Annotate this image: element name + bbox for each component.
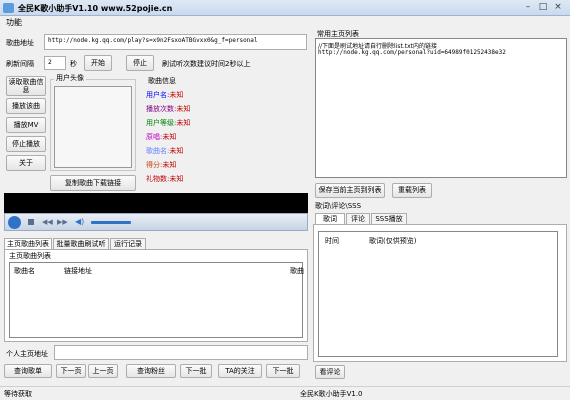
song-info-list: 用户名:未知 播放次数:未知 用户等级:未知 原唱:未知 歌曲名:未知 得分:未… [146, 87, 286, 187]
view-comments-button[interactable]: 看评论 [315, 365, 345, 379]
minimize-icon[interactable]: – [522, 2, 534, 13]
previous-icon[interactable]: ◀◀ [42, 218, 53, 226]
comments-group-title: 歌词\评论\SSS [315, 202, 362, 210]
app-icon [3, 3, 14, 13]
avatar [54, 86, 132, 168]
maximize-icon[interactable]: □ [537, 2, 549, 13]
copy-download-link-button[interactable]: 复制歌曲下载链接 [50, 175, 136, 191]
play-mv-button[interactable]: 播放MV [6, 117, 46, 133]
tab-content: 主页歌曲列表 歌曲名 链接地址 歌曲 [4, 249, 308, 342]
score-value: 未知 [162, 161, 177, 169]
column-link[interactable]: 链接地址 [64, 266, 92, 276]
window-title: 全民K歌小助手V1.10 www.52pojie.cn [18, 4, 173, 13]
avatar-group [50, 79, 136, 171]
play-count-value: 未知 [176, 105, 191, 113]
close-icon[interactable]: × [552, 2, 564, 13]
refresh-hint: 刷试听次数建议时间2秒以上 [162, 60, 251, 68]
about-button[interactable]: 关于 [6, 155, 46, 171]
next-icon[interactable]: ▶▶ [57, 218, 68, 226]
song-info-title: 歌曲信息 [148, 77, 176, 85]
avatar-group-title: 用户头像 [54, 73, 86, 83]
refresh-interval-label: 刷新间隔 [6, 60, 34, 68]
song-list-group-title: 主页歌曲列表 [9, 252, 51, 260]
following-button[interactable]: TA的关注 [218, 364, 262, 378]
original-singer-label: 原唱: [146, 133, 163, 141]
status-left: 等待获取 [4, 390, 32, 398]
status-right: 全民K歌小助手V1.0 [300, 390, 363, 398]
play-icon[interactable] [8, 216, 21, 229]
next-batch-following-button[interactable]: 下一批 [266, 364, 300, 378]
column-song-name[interactable]: 歌曲名 [14, 266, 35, 276]
menu-item-function[interactable]: 功能 [6, 17, 22, 28]
refresh-unit-label: 秒 [70, 60, 77, 68]
user-level-value: 未知 [176, 119, 191, 127]
user-level-label: 用户等级: [146, 119, 177, 127]
column-song[interactable]: 歌曲 [290, 266, 304, 276]
column-time[interactable]: 时间 [325, 236, 339, 246]
column-lyrics[interactable]: 歌词(仅供预览) [369, 236, 416, 246]
menu-bar: 功能 [0, 16, 570, 28]
gift-count-value: 未知 [169, 175, 184, 183]
song-url-input[interactable]: http://node.kg.qq.com/play?s=x9n2FsxoATB… [44, 34, 307, 50]
song-name-label: 歌曲名: [146, 147, 170, 155]
play-song-button[interactable]: 播放该曲 [6, 98, 46, 114]
video-area [4, 193, 308, 213]
song-list-table[interactable]: 歌曲名 链接地址 歌曲 [9, 262, 304, 338]
stop-button[interactable]: 停止 [126, 55, 154, 71]
gift-count-label: 礼物数: [146, 175, 170, 183]
refresh-interval-input[interactable]: 2 [44, 56, 66, 70]
next-batch-fans-button[interactable]: 下一批 [180, 364, 212, 378]
next-page-button[interactable]: 下一页 [56, 364, 86, 378]
stop-icon[interactable] [28, 219, 34, 225]
original-singer-value: 未知 [162, 133, 177, 141]
read-song-info-button[interactable]: 读取歌曲信息 [6, 76, 46, 96]
song-url-label: 歌曲地址 [6, 39, 34, 47]
lyrics-table[interactable]: 时间 歌词(仅供预览) [318, 231, 558, 357]
start-button[interactable]: 开始 [84, 55, 112, 71]
title-bar: 全民K歌小助手V1.10 www.52pojie.cn – □ × [0, 0, 570, 16]
lyrics-tab-content: 时间 歌词(仅供预览) [313, 224, 567, 362]
query-fans-button[interactable]: 查询粉丝 [126, 364, 176, 378]
common-home-line-2: http://node.kg.qq.com/personal?uid=64989… [318, 49, 506, 56]
score-label: 得分: [146, 161, 163, 169]
personal-home-input[interactable] [54, 345, 308, 360]
media-controls: ◀◀ ▶▶ ◀) [4, 213, 308, 231]
username-label: 用户名: [146, 91, 170, 99]
personal-home-label: 个人主页地址 [6, 350, 48, 358]
query-songlist-button[interactable]: 查询歌单 [4, 364, 52, 378]
username-value: 未知 [169, 91, 184, 99]
volume-icon[interactable]: ◀) [75, 217, 85, 227]
status-bar: 等待获取 全民K歌小助手V1.0 [0, 386, 570, 400]
play-count-label: 播放次数: [146, 105, 177, 113]
volume-slider[interactable] [91, 221, 131, 224]
previous-page-button[interactable]: 上一页 [88, 364, 118, 378]
save-home-button[interactable]: 保存当前主页到列表 [315, 183, 385, 198]
stop-play-button[interactable]: 停止播放 [6, 136, 46, 152]
common-home-list[interactable]: //下面是刷试地址请自行删除list.txt内的链接 http://node.k… [315, 38, 567, 178]
song-name-value: 未知 [169, 147, 184, 155]
reload-list-button[interactable]: 重载列表 [392, 183, 432, 198]
